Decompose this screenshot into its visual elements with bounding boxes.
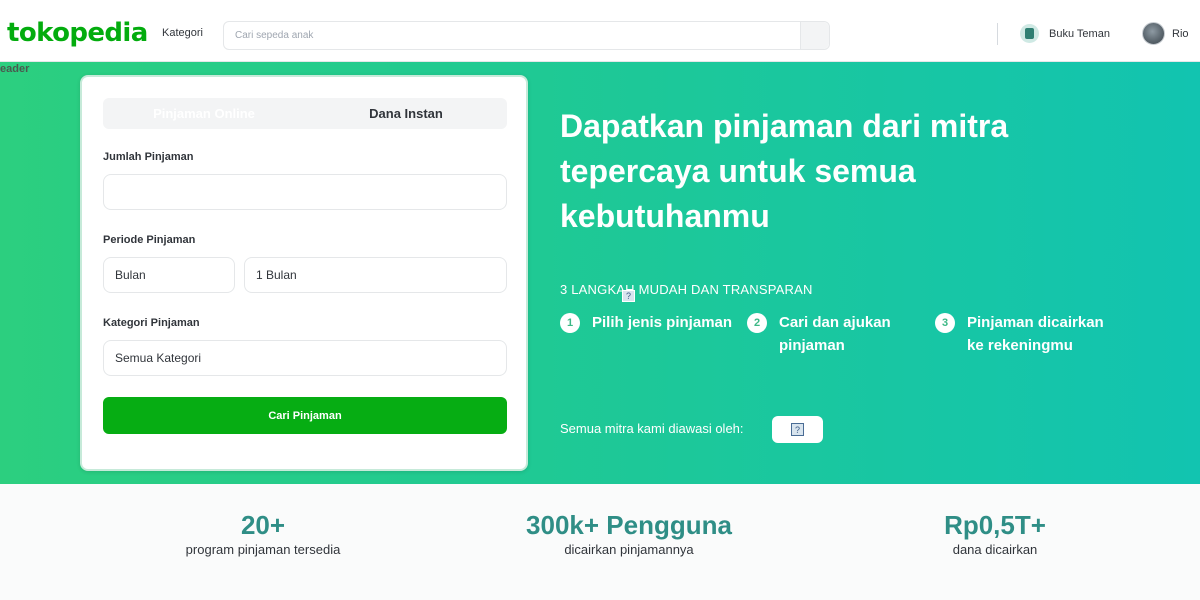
- supervised-by-label: Semua mitra kami diawasi oleh:: [560, 421, 744, 436]
- search-loan-button[interactable]: Cari Pinjaman: [103, 397, 507, 434]
- period-value-select[interactable]: 1 Bulan: [244, 257, 507, 293]
- user-menu[interactable]: Rio: [1142, 22, 1189, 45]
- search-button[interactable]: [800, 22, 829, 49]
- stat-value: Rp0,5T+: [944, 510, 1046, 540]
- stat-item: 300k+ Pengguna dicairkan pinjamannya: [469, 509, 789, 557]
- broken-image-icon: ?: [791, 423, 804, 436]
- stats-section: 20+ program pinjaman tersedia 300k+ Peng…: [0, 484, 1200, 600]
- step-number: 1: [560, 313, 580, 333]
- period-unit-select[interactable]: Bulan: [103, 257, 235, 293]
- buku-teman-label: Buku Teman: [1049, 27, 1110, 40]
- avatar: [1142, 22, 1165, 45]
- hero-title: Dapatkan pinjaman dari mitra tepercaya u…: [560, 108, 1009, 234]
- search-input[interactable]: [235, 22, 795, 49]
- regulator-badge: ?: [772, 416, 823, 443]
- hero-banner: eader Pinjaman Online Dana Instan Jumlah…: [0, 62, 1200, 484]
- step-item: 2 Cari dan ajukan pinjaman: [747, 313, 917, 357]
- buku-teman-link[interactable]: Buku Teman: [1020, 24, 1110, 43]
- step-text: Pinjaman dicairkan ke rekeningmu: [967, 314, 1104, 354]
- loan-search-form: Pinjaman Online Dana Instan Jumlah Pinja…: [80, 75, 528, 471]
- tab-pinjaman-online[interactable]: Pinjaman Online: [103, 98, 305, 129]
- step-number: 2: [747, 313, 767, 333]
- header-divider: [997, 23, 998, 45]
- user-name: Rio: [1172, 27, 1189, 40]
- broken-image-icon: ?: [622, 290, 635, 302]
- loan-type-tabs: Pinjaman Online Dana Instan: [103, 98, 507, 129]
- amount-input[interactable]: [103, 174, 507, 210]
- top-header: tokopedia Kategori Buku Teman Rio: [0, 0, 1200, 62]
- stat-description: dana dicairkan: [952, 542, 1038, 557]
- category-select[interactable]: Semua Kategori: [103, 340, 507, 376]
- steps-title: 3 LANGKAH MUDAH DAN TRANSPARAN: [560, 282, 813, 297]
- step-number: 3: [935, 313, 955, 333]
- amount-label: Jumlah Pinjaman: [103, 151, 194, 163]
- hero-tag-text: eader: [0, 63, 30, 75]
- search-bar[interactable]: [223, 21, 830, 50]
- period-label: Periode Pinjaman: [103, 234, 196, 246]
- book-icon: [1020, 24, 1039, 43]
- stat-item: 20+ program pinjaman tersedia: [103, 509, 423, 557]
- step-text: Cari dan ajukan pinjaman: [779, 314, 891, 354]
- stat-description: program pinjaman tersedia: [185, 542, 341, 557]
- step-text: Pilih jenis pinjaman: [592, 314, 733, 331]
- step-item: 1 Pilih jenis pinjaman: [560, 313, 740, 334]
- category-menu[interactable]: Kategori: [162, 27, 203, 39]
- tab-dana-instan[interactable]: Dana Instan: [305, 98, 507, 129]
- stat-value: 300k+ Pengguna: [526, 510, 732, 540]
- category-label: Kategori Pinjaman: [103, 317, 200, 329]
- tokopedia-logo[interactable]: tokopedia: [7, 16, 148, 50]
- stat-value: 20+: [240, 510, 286, 540]
- step-item: 3 Pinjaman dicairkan ke rekeningmu: [935, 313, 1115, 357]
- stat-description: dicairkan pinjamannya: [564, 542, 694, 557]
- stat-item: Rp0,5T+ dana dicairkan: [835, 509, 1155, 557]
